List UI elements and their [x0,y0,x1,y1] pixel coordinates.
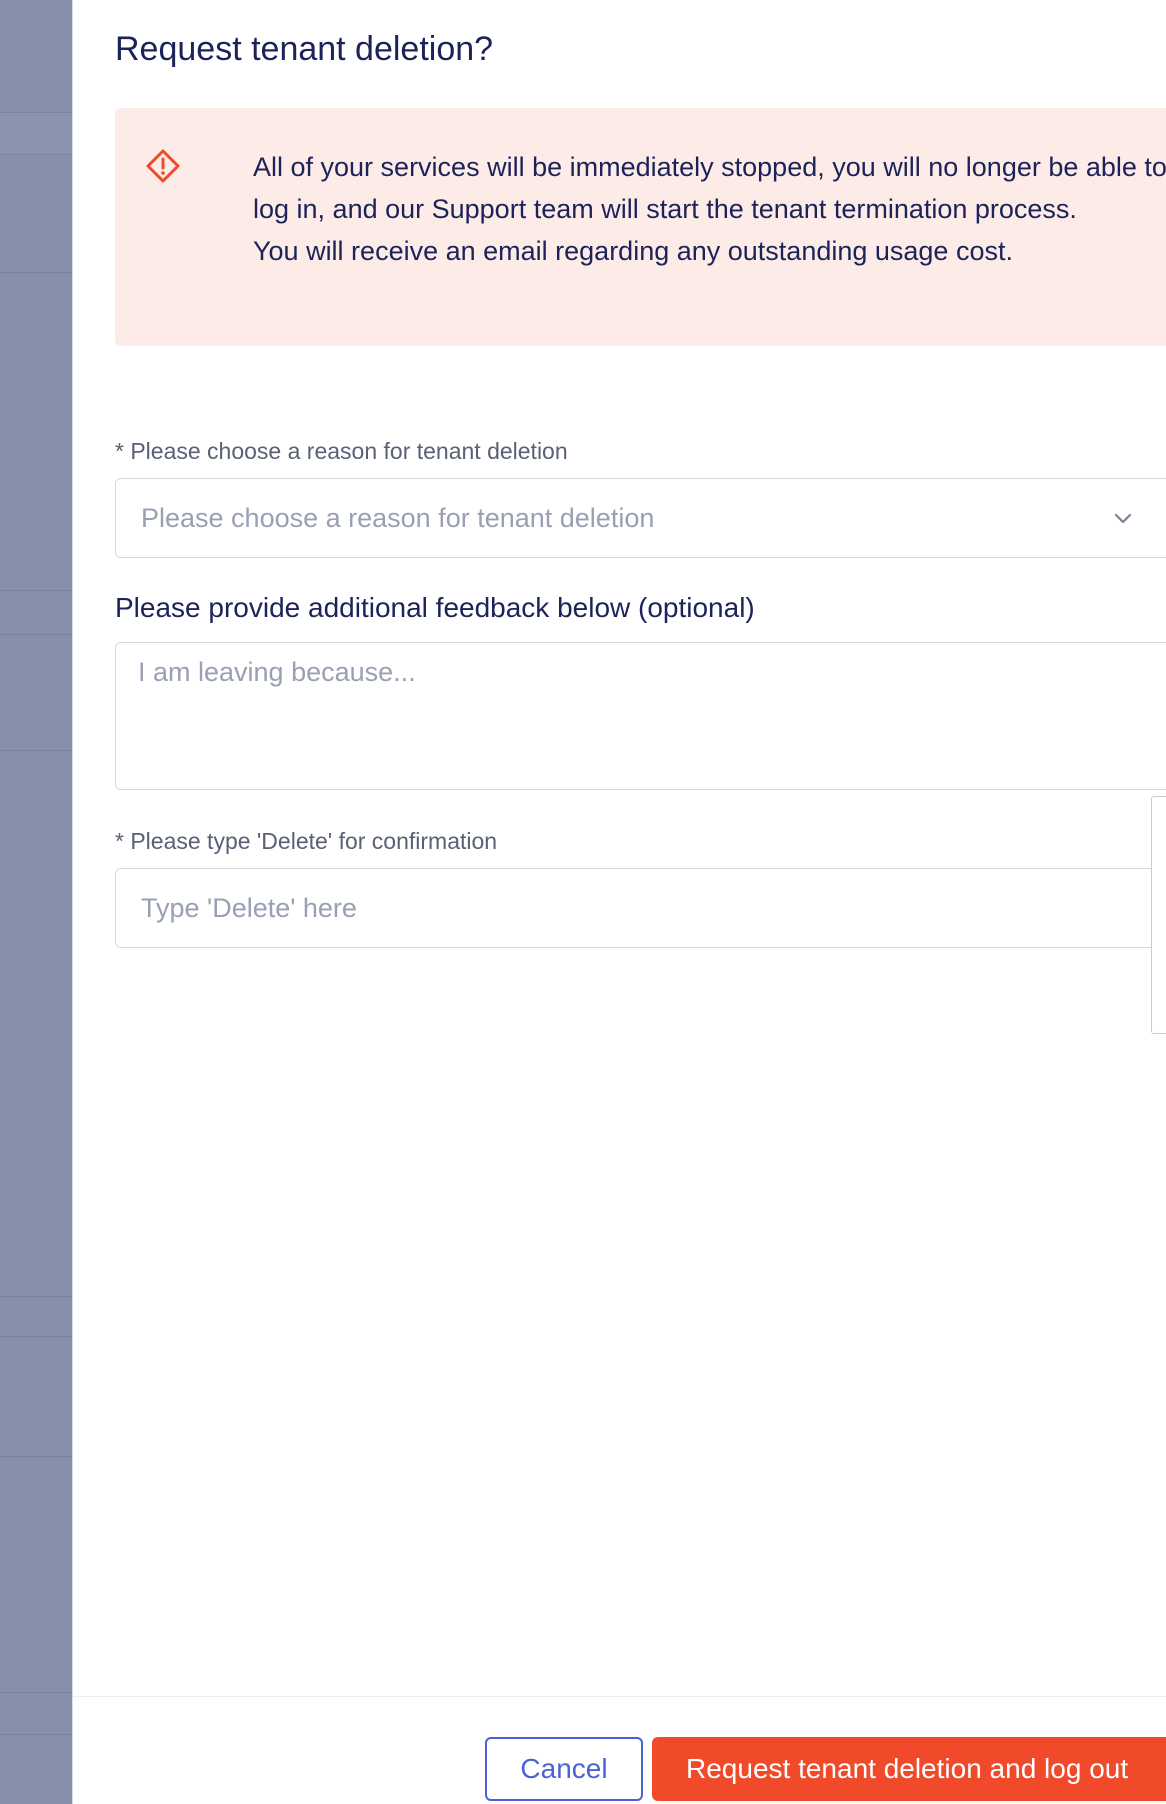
backdrop-divider [0,1734,72,1735]
backdrop-divider [0,634,72,635]
feedback-label: Please provide additional feedback below… [115,592,755,623]
backdrop-divider [0,1296,72,1297]
reason-label: * Please choose a reason for tenant dele… [115,438,568,464]
chevron-down-icon [1112,507,1134,529]
backdrop-divider [0,272,72,273]
backdrop-divider [0,590,72,591]
backdrop-divider [0,1336,72,1337]
feedback-textarea[interactable] [115,642,1166,790]
backdrop-divider [0,154,72,155]
backdrop-divider [0,1692,72,1693]
reason-select[interactable]: Please choose a reason for tenant deleti… [115,478,1166,558]
request-deletion-button[interactable]: Request tenant deletion and log out [652,1737,1166,1801]
alert-line: You will receive an email regarding any … [253,236,1013,266]
reason-select-placeholder: Please choose a reason for tenant deleti… [141,503,655,533]
backdrop-divider [0,750,72,751]
confirmation-input[interactable] [115,868,1166,948]
confirmation-label: * Please type 'Delete' for confirmation [115,828,498,854]
backdrop-divider [0,112,72,113]
alert-line: All of your services will be immediately… [253,152,1166,224]
warning-alert: All of your services will be immediately… [115,108,1166,346]
alert-message: All of your services will be immediately… [253,146,1166,272]
backdrop-divider [0,1456,72,1457]
cancel-button[interactable]: Cancel [485,1737,643,1801]
modal-backdrop[interactable] [0,0,72,1804]
tenant-deletion-panel: Request tenant deletion? All of your ser… [72,0,1166,1804]
backdrop-row [0,112,72,154]
side-drawer-tab[interactable] [1151,796,1166,1034]
warning-diamond-icon [145,148,181,184]
dialog-footer: Cancel Request tenant deletion and log o… [73,1696,1166,1804]
dialog-title: Request tenant deletion? [115,30,494,68]
